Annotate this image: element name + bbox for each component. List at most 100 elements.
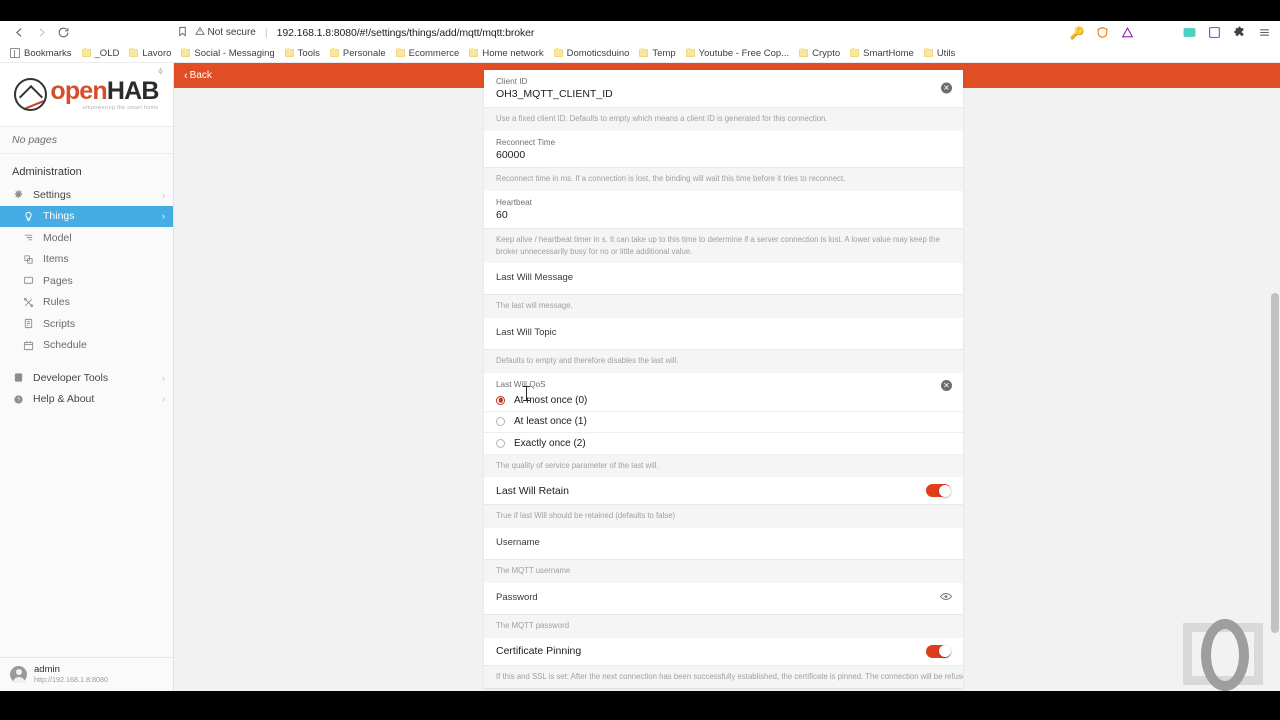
logo-hab-text: HAB — [106, 76, 160, 105]
reconnect-time-field[interactable]: Reconnect Time 60000 — [484, 130, 963, 169]
pages-icon — [22, 275, 35, 286]
bookmark-star-icon[interactable] — [177, 26, 188, 40]
clear-circle-icon[interactable]: ✕ — [941, 82, 952, 94]
folder-icon — [923, 48, 933, 57]
sidebar-item-label: Developer Tools — [33, 371, 109, 384]
folder-icon — [329, 48, 339, 57]
folder-icon — [799, 48, 809, 57]
client-id-field[interactable]: Client ID OH3_MQTT_CLIENT_ID ✕ — [484, 70, 963, 108]
sidebar-item-things[interactable]: Things › — [0, 205, 173, 227]
shield-icon[interactable] — [1094, 25, 1110, 41]
bookmark-label: Home network — [482, 47, 544, 59]
bookmark-item[interactable]: Ecommerce — [392, 47, 466, 60]
certificate-pinning-toggle[interactable] — [926, 644, 951, 658]
sidebar-item-developer-tools[interactable]: Developer Tools › — [0, 367, 173, 389]
bookmark-item[interactable]: Lavoro — [125, 47, 177, 60]
last-will-qos-label: Last Will QoS — [496, 379, 546, 389]
client-id-help: Use a fixed client ID. Defaults to empty… — [484, 107, 963, 131]
app-logo: openHAB empowering the smart home — [0, 63, 173, 127]
clear-circle-icon[interactable]: ✕ — [941, 379, 952, 391]
translate-icon[interactable] — [1181, 25, 1197, 41]
sidebar-item-settings[interactable]: Settings › — [0, 184, 173, 206]
watermark-logo — [1177, 617, 1271, 691]
bookmark-item[interactable]: Social - Messaging — [177, 47, 280, 60]
folder-icon — [395, 48, 405, 57]
sidebar-item-label: Settings — [33, 188, 71, 201]
qos-option-label: At least once (1) — [514, 416, 587, 428]
back-arrow-icon[interactable] — [8, 22, 30, 44]
qos-option-2[interactable]: Exactly once (2) — [484, 433, 963, 455]
administration-section-title: Administration — [12, 166, 82, 178]
bookmark-item[interactable]: Utils — [920, 47, 961, 60]
main-content: ‹ Back New MQTT Broker Client ID OH3_MQT… — [174, 63, 1280, 691]
openhab-circle-icon — [14, 78, 48, 111]
bookmark-item[interactable]: Domoticsduino — [550, 47, 636, 60]
bookmark-item[interactable]: Tools — [281, 47, 326, 60]
bookmark-label: Bookmarks — [24, 47, 72, 59]
last-will-message-field[interactable]: Last Will Message — [484, 263, 963, 296]
bookmark-item[interactable]: Home network — [465, 47, 549, 60]
certificate-pinning-field[interactable]: Certificate Pinning — [484, 637, 963, 666]
bookmark-label: Ecommerce — [408, 47, 460, 59]
bookmark-item[interactable]: Bookmarks — [6, 47, 78, 60]
bookmark-label: Lavoro — [142, 47, 172, 59]
address-bar[interactable]: Not secure | 192.168.1.8:8080/#!/setting… — [176, 23, 967, 42]
reading-list-icon[interactable] — [1206, 25, 1222, 41]
bookmark-item[interactable]: _OLD — [78, 47, 126, 60]
bookmark-label: Personale — [342, 47, 386, 59]
bookmark-item[interactable]: Temp — [635, 47, 681, 60]
radio-icon[interactable] — [496, 417, 505, 427]
qos-option-0[interactable]: At most once (0) — [484, 390, 963, 412]
scrollbar-thumb[interactable] — [1270, 293, 1279, 633]
sidebar-item-pages[interactable]: Pages — [0, 270, 173, 292]
reload-icon[interactable] — [52, 22, 74, 44]
avatar-icon — [10, 666, 27, 683]
last-will-retain-toggle[interactable] — [926, 484, 951, 498]
sidebar-item-rules[interactable]: Rules — [0, 292, 173, 314]
sidebar-item-help-about[interactable]: ? Help & About › — [0, 389, 173, 411]
sidebar-item-label: Help & About — [33, 393, 95, 406]
bookmark-item[interactable]: Crypto — [795, 47, 846, 60]
omnibox-separator: | — [264, 26, 268, 39]
client-id-value[interactable]: OH3_MQTT_CLIENT_ID — [496, 87, 951, 103]
eye-icon[interactable] — [939, 592, 953, 605]
username-label: Username — [496, 536, 540, 548]
username-field[interactable]: Username — [484, 527, 963, 561]
forward-arrow-icon[interactable] — [30, 22, 52, 44]
chevron-right-icon: › — [162, 372, 165, 383]
last-will-topic-field[interactable]: Last Will Topic — [484, 318, 963, 351]
radio-icon[interactable] — [496, 438, 505, 448]
sidebar-item-items[interactable]: Items — [0, 249, 173, 271]
warning-triangle-icon[interactable] — [1119, 25, 1135, 41]
heartbeat-value[interactable]: 60 — [496, 208, 951, 224]
items-icon — [22, 254, 35, 265]
password-field[interactable]: Password — [484, 582, 963, 615]
security-indicator[interactable]: Not secure — [194, 26, 256, 39]
last-will-topic-label: Last Will Topic — [496, 327, 557, 339]
sidebar-item-label: Pages — [43, 274, 73, 287]
browser-toolbar: Not secure | 192.168.1.8:8080/#!/setting… — [0, 21, 1280, 44]
user-account-box[interactable]: admin http://192.168.1.8:8080 — [0, 657, 173, 691]
menu-icon[interactable] — [1256, 25, 1272, 41]
heartbeat-field[interactable]: Heartbeat 60 — [484, 191, 963, 229]
key-icon[interactable]: 🔑 — [1069, 25, 1085, 41]
folder-icon — [685, 48, 695, 57]
last-will-retain-field[interactable]: Last Will Retain — [484, 477, 963, 506]
pin-icon[interactable] — [156, 66, 165, 80]
extensions-icon[interactable] — [1231, 25, 1247, 41]
logo-mark: openHAB empowering the smart home — [14, 76, 160, 111]
folder-icon — [81, 48, 91, 57]
sidebar-item-schedule[interactable]: Schedule — [0, 335, 173, 357]
scrollbar-track[interactable] — [1269, 113, 1280, 691]
radio-icon[interactable] — [496, 395, 505, 405]
bottom-letterbox-band — [0, 691, 1280, 720]
reconnect-time-value[interactable]: 60000 — [496, 148, 951, 164]
sidebar: openHAB empowering the smart home No pag… — [0, 63, 174, 691]
sidebar-item-scripts[interactable]: Scripts — [0, 313, 173, 335]
sidebar-item-model[interactable]: Model — [0, 227, 173, 249]
bookmark-item[interactable]: Youtube - Free Cop... — [682, 47, 795, 60]
bookmark-item[interactable]: SmartHome — [846, 47, 920, 60]
bookmark-item[interactable]: Personale — [326, 47, 392, 60]
qos-option-1[interactable]: At least once (1) — [484, 412, 963, 433]
